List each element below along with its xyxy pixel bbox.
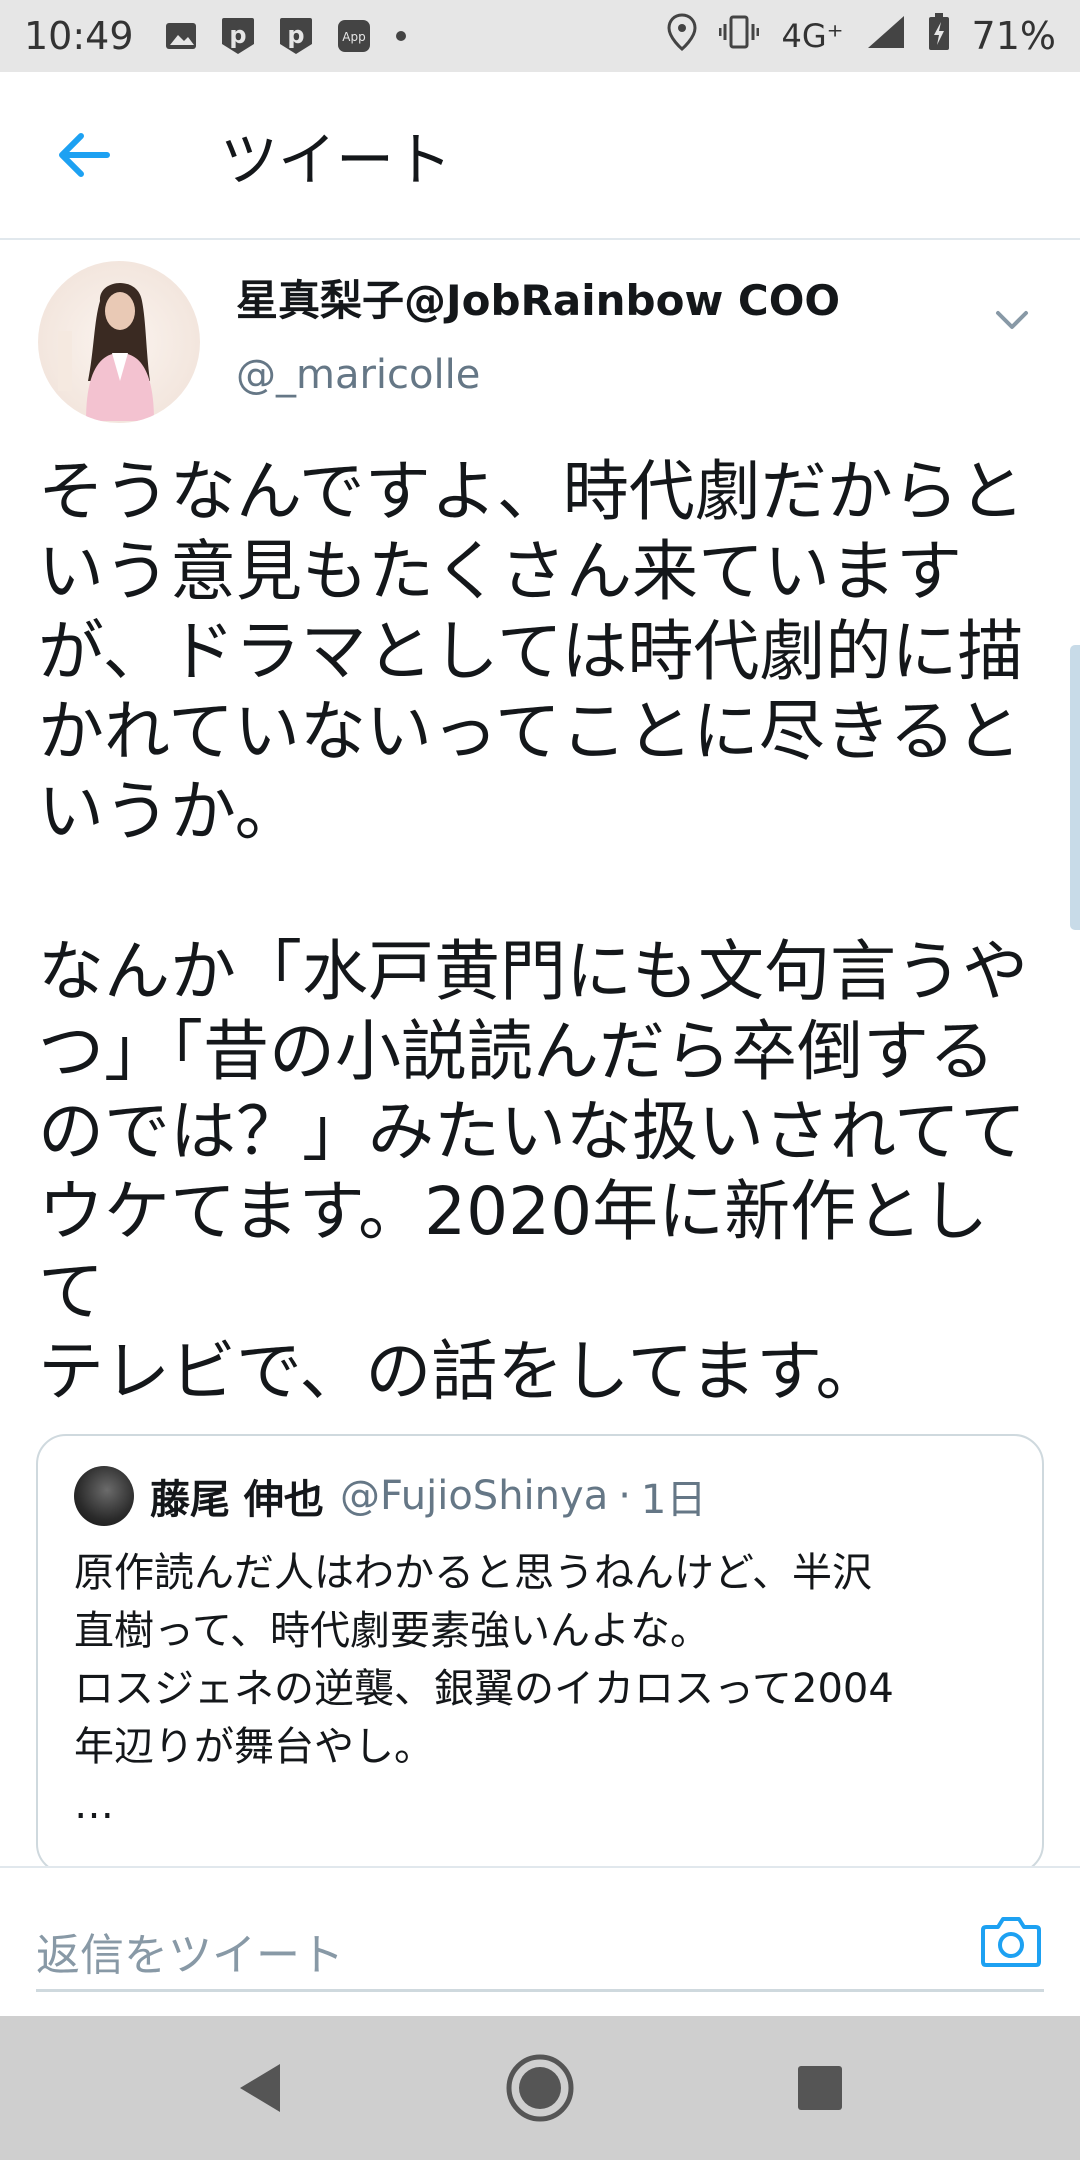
author-info: 星真梨子@JobRainbow COO @_maricolle [236, 273, 840, 403]
camera-icon [981, 1917, 1041, 1967]
quoted-tweet[interactable]: 藤尾 伸也 @FujioShinya · 1日 原作読んだ人はわかると思うねんけ… [36, 1434, 1044, 1874]
chevron-down-icon [996, 311, 1028, 329]
tweet-paragraph: そうなんですよ、時代劇だからと いう意見もたくさん来ています が、ドラマとしては… [38, 452, 1048, 852]
page-title: ツイート [220, 126, 453, 194]
svg-text:p: p [287, 21, 304, 49]
status-time: 10:49 [24, 14, 134, 58]
quoted-line: ロスジェネの逆襲、銀翼のイカロスって2004 [74, 1666, 894, 1712]
quoted-line: 原作読んだ人はわかると思うねんけど、半沢 [74, 1550, 872, 1596]
parking-icon: p [220, 16, 256, 56]
reply-placeholder: 返信をツイート [36, 1929, 344, 1981]
dot-icon [394, 29, 408, 43]
network-label: 4G⁺ [781, 17, 844, 55]
battery-charging-icon [928, 12, 950, 60]
username[interactable]: @_maricolle [236, 347, 840, 403]
status-bar: 10:49 p p App 4G⁺ 71% [0, 0, 1080, 72]
quoted-line: 直樹って、時代劇要素強いんよな。 [74, 1608, 710, 1654]
avatar[interactable] [38, 261, 200, 423]
triangle-back-icon [240, 2064, 280, 2112]
scrollbar[interactable] [1070, 645, 1080, 930]
vibrate-icon [718, 14, 760, 59]
display-name[interactable]: 星真梨子@JobRainbow COO [236, 273, 840, 329]
tweet-line: つ」「昔の小説読んだら卒倒する [38, 1013, 995, 1090]
svg-text:p: p [229, 21, 246, 49]
location-icon [667, 12, 697, 60]
back-arrow-icon [59, 133, 110, 177]
quoted-display-name: 藤尾 伸也 [150, 1477, 324, 1523]
app-icon: App [336, 18, 372, 54]
reply-bar: 返信をツイート [0, 1866, 1080, 2016]
quoted-line: 年辺りが舞台やし。 [74, 1724, 434, 1770]
signal-icon [866, 14, 906, 59]
back-button[interactable] [44, 115, 124, 195]
tweet-line: いう意見もたくさん来ています [38, 533, 962, 610]
tweet-line: が、ドラマとしては時代劇的に描 [38, 613, 1024, 690]
tweet-text: そうなんですよ、時代劇だからと いう意見もたくさん来ています が、ドラマとしては… [38, 452, 1048, 1412]
tweet-paragraph: なんか「水戸黄門にも文句言うや つ」「昔の小説読んだら卒倒する のでは？」みたい… [38, 932, 1048, 1412]
quoted-tweet-header: 藤尾 伸也 @FujioShinya · 1日 [74, 1464, 1006, 1528]
camera-button[interactable] [978, 1908, 1044, 1974]
more-options-button[interactable] [982, 296, 1042, 344]
svg-text:App: App [342, 30, 365, 44]
quoted-timestamp: 1日 [640, 1477, 707, 1523]
quoted-avatar [74, 1466, 134, 1526]
nav-recents-button[interactable] [770, 2038, 870, 2138]
system-nav-bar [0, 2016, 1080, 2160]
tweet-line: なんか「水戸黄門にも文句言うや [38, 933, 1028, 1010]
reply-input[interactable]: 返信をツイート [36, 1912, 1044, 1992]
quoted-username: @FujioShinya [339, 1473, 609, 1519]
tweet-line: そうなんですよ、時代劇だからと [38, 453, 1025, 530]
quoted-ellipsis: … [74, 1782, 114, 1828]
tweet-line: テレビで、の話をしてます。 [38, 1333, 882, 1410]
nav-back-button[interactable] [210, 2038, 310, 2138]
top-header: ツイート [0, 72, 1080, 240]
tweet-detail: 星真梨子@JobRainbow COO @_maricolle そうなんですよ、… [0, 240, 1080, 1412]
square-recents-icon [798, 2066, 842, 2110]
quoted-tweet-text: 原作読んだ人はわかると思うねんけど、半沢 直樹って、時代劇要素強いんよな。 ロス… [74, 1544, 1006, 1834]
parking-icon: p [278, 16, 314, 56]
tweet-line: いうか。 [38, 773, 301, 850]
battery-percent: 71% [971, 14, 1056, 58]
tweet-line: ウケてます。2020年に新作として [38, 1173, 989, 1330]
quoted-separator: · [618, 1473, 631, 1519]
circle-home-icon [506, 2054, 574, 2122]
tweet-line: かれていないってことに尽きると [38, 693, 1022, 770]
image-icon [164, 19, 198, 53]
nav-home-button[interactable] [490, 2038, 590, 2138]
tweet-author-row: 星真梨子@JobRainbow COO @_maricolle [38, 240, 1042, 430]
tweet-line: のでは？」みたいな扱いされてて [38, 1093, 1027, 1170]
